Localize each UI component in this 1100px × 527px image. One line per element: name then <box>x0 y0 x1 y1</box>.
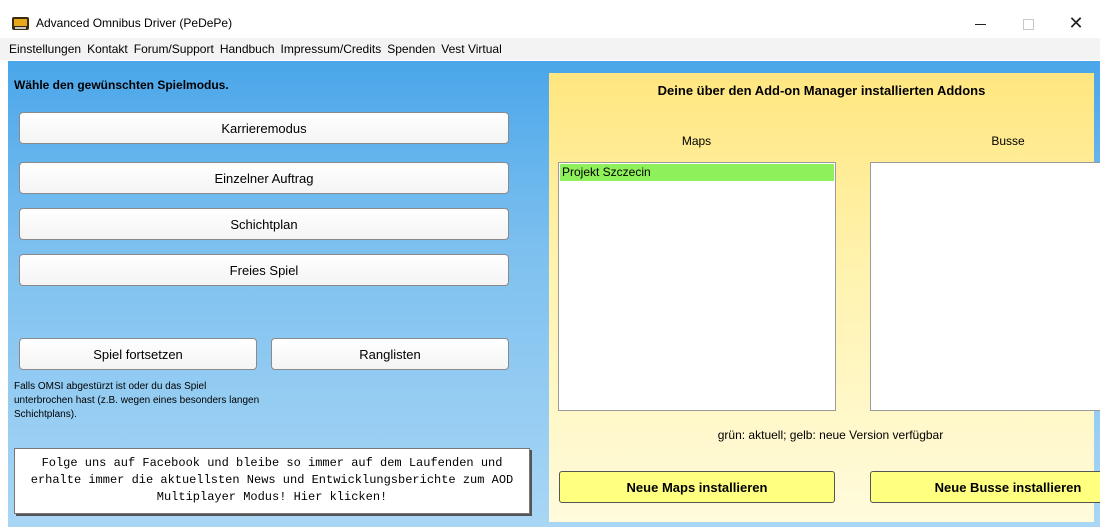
mode-heading: Wähle den gewünschten Spielmodus. <box>14 78 229 92</box>
maps-list[interactable]: Projekt Szczecin <box>558 162 836 411</box>
game-mode-region: Wähle den gewünschten Spielmodus. Karrie… <box>8 61 548 527</box>
menu-impressum-credits[interactable]: Impressum/Credits <box>278 42 385 56</box>
close-icon: ✕ <box>1068 13 1084 34</box>
maximize-button[interactable] <box>1005 10 1051 38</box>
close-button[interactable]: ✕ <box>1053 10 1099 38</box>
continue-note: Falls OMSI abgestürzt ist oder du das Sp… <box>14 381 260 420</box>
menu-einstellungen[interactable]: Einstellungen <box>6 42 84 56</box>
menu-forum-support[interactable]: Forum/Support <box>131 42 217 56</box>
install-busse-button[interactable]: Neue Busse installieren <box>870 471 1100 503</box>
busse-label: Busse <box>991 134 1025 148</box>
list-item[interactable]: Projekt Szczecin <box>560 164 834 181</box>
app-icon <box>12 17 29 30</box>
maps-label: Maps <box>681 134 712 148</box>
leaderboards-button[interactable]: Ranglisten <box>271 338 509 370</box>
free-play-button[interactable]: Freies Spiel <box>19 254 509 286</box>
minimize-button[interactable] <box>957 10 1003 38</box>
continue-game-button[interactable]: Spiel fortsetzen <box>19 338 257 370</box>
menu-vest-virtual[interactable]: Vest Virtual <box>438 42 504 56</box>
shift-plan-button[interactable]: Schichtplan <box>19 208 509 240</box>
status-legend: grün: aktuell; gelb: neue Version verfüg… <box>717 428 944 442</box>
menu-handbuch[interactable]: Handbuch <box>217 42 278 56</box>
client-area: Wähle den gewünschten Spielmodus. Karrie… <box>8 61 1100 527</box>
menu-kontakt[interactable]: Kontakt <box>84 42 131 56</box>
maximize-icon <box>1022 18 1034 30</box>
minimize-icon <box>974 23 986 25</box>
title-bar: Advanced Omnibus Driver (PeDePe) ✕ <box>0 0 1100 38</box>
install-maps-button[interactable]: Neue Maps installieren <box>559 471 835 503</box>
addon-panel: Deine über den Add-on Manager installier… <box>549 73 1100 522</box>
single-mission-button[interactable]: Einzelner Auftrag <box>19 162 509 194</box>
facebook-link-box[interactable]: Folge uns auf Facebook und bleibe so imm… <box>14 448 530 514</box>
career-mode-button[interactable]: Karrieremodus <box>19 112 509 144</box>
menu-bar: Einstellungen Kontakt Forum/Support Hand… <box>0 38 1100 60</box>
addon-panel-title: Deine über den Add-on Manager installier… <box>657 83 986 98</box>
window-title: Advanced Omnibus Driver (PeDePe) <box>36 16 233 30</box>
busse-list[interactable] <box>870 162 1100 411</box>
menu-spenden[interactable]: Spenden <box>384 42 438 56</box>
